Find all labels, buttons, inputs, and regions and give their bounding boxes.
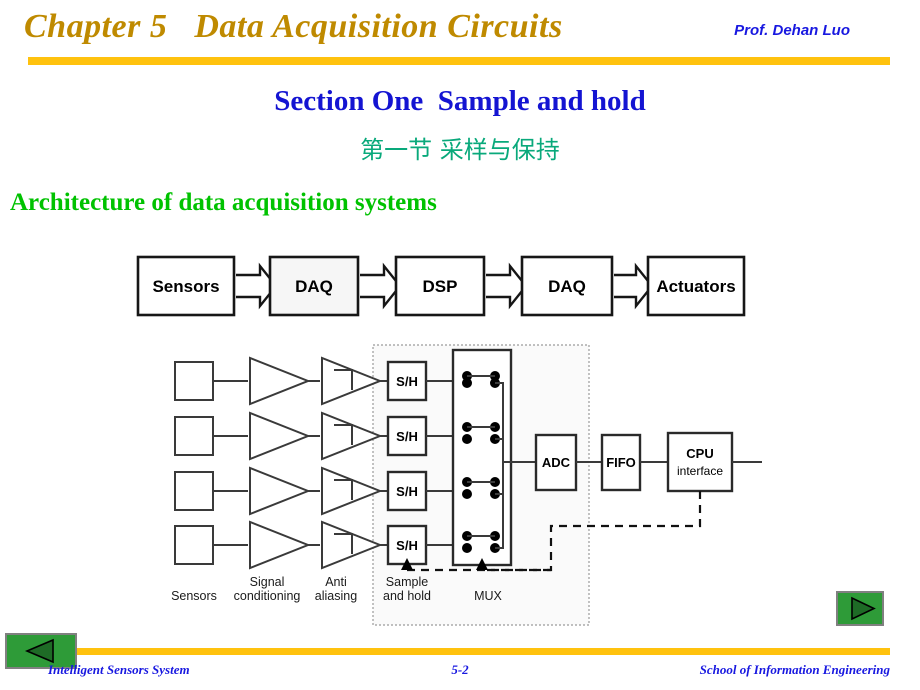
channel-row: S/H <box>174 356 455 406</box>
header-divider-bar <box>28 57 890 65</box>
adc-label: ADC <box>542 455 571 470</box>
sample-hold-label: S/H <box>396 538 418 553</box>
fifo-label: FIFO <box>606 455 636 470</box>
top-chain-label: Actuators <box>656 277 735 296</box>
author-label: Prof. Dehan Luo <box>734 22 850 39</box>
stage-label-mux: MUX <box>474 589 502 603</box>
top-chain-label: DAQ <box>548 277 586 296</box>
top-chain-arrow-2 <box>360 262 402 310</box>
fifo-block: FIFO <box>600 433 668 492</box>
top-chain-block-dsp: DSP <box>394 255 486 317</box>
sample-hold-label: S/H <box>396 484 418 499</box>
section-title-en: Section One Sample and hold <box>274 85 646 117</box>
stage-label-sample-hold-2: and hold <box>383 589 431 603</box>
stage-label-anti-aliasing-2: aliasing <box>315 589 357 603</box>
top-chain-arrow-3 <box>486 262 528 310</box>
cpu-interface-block: CPU interface <box>666 431 762 493</box>
footer-institution: School of Information Engineering <box>699 662 890 677</box>
channel-row: S/H <box>174 466 455 516</box>
top-chain-label: DAQ <box>295 277 333 296</box>
top-chain-block-daq-1: DAQ <box>268 255 360 317</box>
channel-row: S/H <box>174 520 455 570</box>
stage-label-sensors: Sensors <box>171 589 217 603</box>
cpu-label: CPU <box>686 446 713 461</box>
top-chain-block-daq-2: DAQ <box>520 255 614 317</box>
stage-label-anti-aliasing: Anti <box>325 575 347 589</box>
top-chain-row: Sensors DAQ DSP DAQ Actuators <box>136 255 746 317</box>
cpu-interface-label: interface <box>677 464 723 478</box>
stage-label-sample-hold: Sample <box>386 575 428 589</box>
stage-label-signal-conditioning: Signal <box>250 575 285 589</box>
top-chain-label: DSP <box>423 277 458 296</box>
architecture-heading: Architecture of data acquisition systems <box>10 189 437 216</box>
top-chain-block-actuators: Actuators <box>646 255 746 317</box>
architecture-diagram: .bx { fill:#ffffff; stroke:#161616; stro… <box>136 255 762 626</box>
adc-block: ADC <box>534 433 602 492</box>
top-chain-arrow-4 <box>614 262 654 310</box>
top-chain-block-sensors: Sensors <box>136 255 236 317</box>
slide: Chapter 5 Data Acquisition Circuits Prof… <box>0 0 920 690</box>
channel-row: S/H <box>174 411 455 461</box>
section-title-cn: 第一节 采样与保持 <box>360 136 560 164</box>
footer-divider-bar <box>28 648 890 655</box>
next-slide-button[interactable] <box>836 591 884 626</box>
page-title: Chapter 5 Data Acquisition Circuits <box>24 8 563 45</box>
stage-label-signal-conditioning-2: conditioning <box>234 589 301 603</box>
sample-hold-label: S/H <box>396 374 418 389</box>
top-chain-label: Sensors <box>152 277 219 296</box>
sample-hold-label: S/H <box>396 429 418 444</box>
